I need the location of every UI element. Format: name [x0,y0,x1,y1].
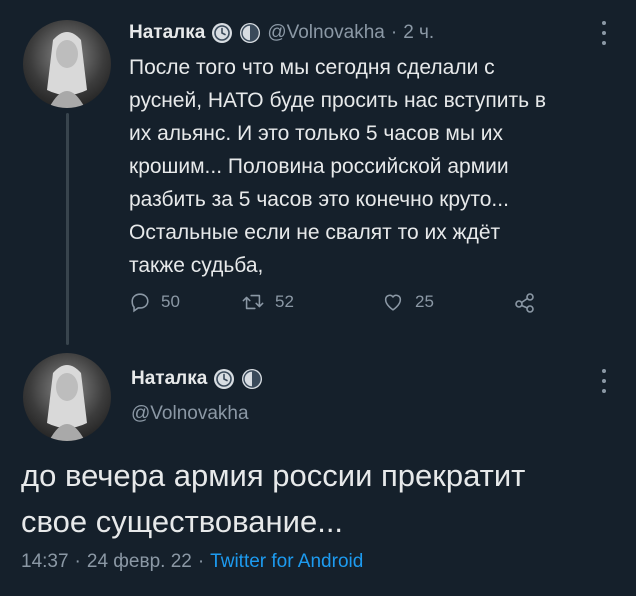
clock-badge-icon [241,368,263,390]
reply-count: 50 [161,292,180,311]
clock-badge-icon [211,22,233,44]
reply-button[interactable]: 50 [129,291,241,313]
like-count: 25 [415,292,434,311]
retweet-button[interactable]: 52 [241,291,381,313]
screenshot-frame: Наталка @Volnovakha · 2 ч. После того чт… [3,3,633,593]
separator-dot: · [74,551,81,572]
tweet-text: до вечера армия россии прекратит свое су… [21,458,526,539]
separator-dot: · [390,22,398,43]
author-name[interactable]: Наталка [131,368,207,390]
tweet-actions: 50 52 25 [129,285,537,319]
tweet-text: После того что мы сегодня сделали с русн… [129,56,546,277]
tweet-source-link[interactable]: Twitter for Android [210,551,363,573]
separator-dot: · [197,551,205,572]
tweet-time[interactable]: 2 ч. [403,22,434,44]
author-name[interactable]: Наталка [129,22,205,44]
clock-badge-icon [213,368,235,390]
avatar[interactable] [23,20,111,108]
like-icon [384,294,402,311]
reply-icon [131,293,149,313]
more-icon[interactable] [599,369,609,393]
tweet-header: Наталка [131,365,263,393]
tweet-time[interactable]: 14:37 [21,551,69,573]
author-handle[interactable]: @Volnovakha [267,22,385,44]
retweet-icon [242,294,264,310]
more-icon[interactable] [599,21,609,45]
share-button[interactable] [513,290,537,314]
share-icon [515,293,534,313]
author-handle[interactable]: @Volnovakha [131,403,249,425]
like-button[interactable]: 25 [381,291,513,313]
thread-connector-line [66,113,69,345]
retweet-count: 52 [275,292,294,311]
tweet-date[interactable]: 24 февр. 22 [87,551,192,573]
clock-badge-icon [239,22,261,44]
avatar[interactable] [23,353,111,441]
tweet-header: Наталка @Volnovakha · 2 ч. [129,19,434,47]
tweet-meta: 14:37 · 24 февр. 22 · Twitter for Androi… [21,551,363,573]
